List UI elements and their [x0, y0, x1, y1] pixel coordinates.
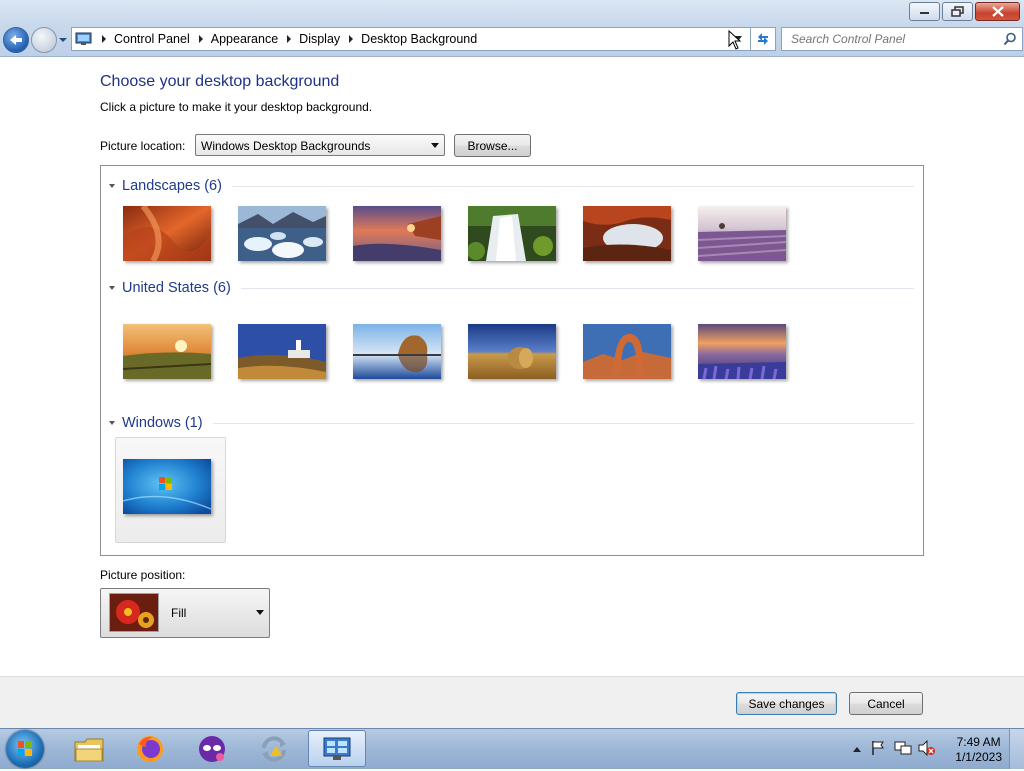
- thumbnail-us-rock-lake[interactable]: [353, 324, 441, 379]
- group-title: United States (6): [122, 280, 231, 296]
- refresh-button[interactable]: [750, 27, 776, 51]
- show-desktop-button[interactable]: [1009, 729, 1024, 769]
- action-center-flag-icon[interactable]: [870, 740, 886, 756]
- wallpaper-gallery[interactable]: Landscapes (6) United States (6) Windows…: [100, 165, 924, 556]
- sync-icon: [262, 735, 286, 762]
- breadcrumb-arrow-icon[interactable]: [287, 35, 292, 43]
- folder-icon: [74, 738, 104, 761]
- breadcrumb-control-panel[interactable]: Control Panel: [114, 32, 190, 46]
- show-hidden-icons-icon[interactable]: [852, 745, 862, 753]
- position-preview-image: [109, 593, 159, 632]
- taskbar-control-panel[interactable]: [308, 730, 366, 767]
- title-bar: [0, 0, 1024, 24]
- system-tray: 7:49 AM 1/1/2023: [834, 729, 1024, 769]
- breadcrumb-arrow-icon[interactable]: [349, 35, 354, 43]
- thumbnail-us-sunset-field[interactable]: [123, 324, 211, 379]
- clock-time: 7:49 AM: [956, 735, 1001, 749]
- back-button[interactable]: [3, 27, 29, 53]
- mouse-cursor-icon: [728, 30, 742, 50]
- chevron-down-icon: [431, 143, 439, 148]
- minimize-button[interactable]: [909, 2, 940, 21]
- picture-position-select[interactable]: Fill: [100, 588, 270, 638]
- breadcrumb-desktop-background[interactable]: Desktop Background: [361, 32, 477, 46]
- collapse-triangle-icon[interactable]: [109, 184, 115, 188]
- group-header-windows[interactable]: Windows (1): [109, 414, 914, 432]
- picture-location-label: Picture location:: [100, 139, 186, 153]
- group-header-landscapes[interactable]: Landscapes (6): [109, 177, 914, 195]
- picture-position-value: Fill: [171, 606, 187, 620]
- command-bar: Save changes Cancel: [0, 676, 1024, 729]
- breadcrumb-arrow-icon[interactable]: [102, 35, 106, 43]
- thumbnail-landscape-coast[interactable]: [353, 206, 441, 261]
- address-bar[interactable]: Control Panel Appearance Display Desktop…: [71, 27, 751, 51]
- navigation-bar: Control Panel Appearance Display Desktop…: [0, 24, 1024, 57]
- close-button[interactable]: [975, 2, 1020, 21]
- thumbnail-us-hay-bale[interactable]: [468, 324, 556, 379]
- control-panel-icon: [75, 32, 92, 45]
- picture-position-label: Picture position:: [100, 568, 186, 582]
- forward-button[interactable]: [31, 27, 57, 53]
- taskbar: 7:49 AM 1/1/2023: [0, 728, 1024, 769]
- refresh-icon: [758, 33, 768, 45]
- thumbnail-us-delicate-arch[interactable]: [583, 324, 671, 379]
- arrow-left-icon: [10, 35, 22, 45]
- windows-logo-icon: [18, 741, 32, 756]
- thumbnail-landscape-lavender[interactable]: [698, 206, 786, 261]
- breadcrumb-display[interactable]: Display: [299, 32, 340, 46]
- picture-location-select[interactable]: Windows Desktop Backgrounds: [195, 134, 445, 156]
- page-subtitle: Click a picture to make it your desktop …: [100, 100, 373, 114]
- search-input[interactable]: [789, 31, 998, 47]
- collapse-triangle-icon[interactable]: [109, 421, 115, 425]
- thumbnail-windows-default[interactable]: [123, 459, 211, 514]
- recent-pages-button[interactable]: [58, 34, 68, 44]
- mask-icon: [199, 735, 225, 762]
- group-header-united-states[interactable]: United States (6): [109, 279, 914, 297]
- chevron-down-icon: [256, 610, 264, 615]
- taskbar-firefox[interactable]: [121, 730, 179, 767]
- main-content: Choose your desktop background Click a p…: [0, 57, 1024, 676]
- thumbnail-landscape-canyon[interactable]: [123, 206, 211, 261]
- control-panel-icon: [323, 737, 351, 760]
- thumbnail-us-lupine-lake[interactable]: [698, 324, 786, 379]
- start-button[interactable]: [6, 730, 44, 768]
- browse-button[interactable]: Browse...: [454, 134, 531, 157]
- thumbnail-landscape-ice[interactable]: [238, 206, 326, 261]
- group-title: Windows (1): [122, 415, 203, 431]
- taskbar-privacy-app[interactable]: [183, 730, 241, 767]
- firefox-icon: [137, 735, 163, 762]
- chevron-down-icon: [59, 38, 67, 42]
- network-icon[interactable]: [894, 740, 912, 756]
- group-title: Landscapes (6): [122, 178, 222, 194]
- taskbar-sync-app[interactable]: [245, 730, 303, 767]
- search-box[interactable]: [781, 27, 1023, 51]
- clock[interactable]: 7:49 AM 1/1/2023: [955, 735, 1002, 765]
- search-icon[interactable]: [1003, 32, 1017, 46]
- volume-muted-icon[interactable]: [918, 740, 936, 756]
- cancel-button[interactable]: Cancel: [849, 692, 923, 715]
- page-title: Choose your desktop background: [100, 73, 340, 90]
- thumbnail-landscape-arch-cave[interactable]: [583, 206, 671, 261]
- thumbnail-us-lighthouse[interactable]: [238, 324, 326, 379]
- breadcrumb-appearance[interactable]: Appearance: [211, 32, 278, 46]
- taskbar-file-explorer[interactable]: [60, 730, 118, 767]
- picture-location-value: Windows Desktop Backgrounds: [201, 139, 371, 153]
- save-changes-button[interactable]: Save changes: [736, 692, 837, 715]
- clock-date: 1/1/2023: [955, 750, 1002, 764]
- maximize-button[interactable]: [942, 2, 973, 21]
- collapse-triangle-icon[interactable]: [109, 286, 115, 290]
- breadcrumb-arrow-icon[interactable]: [198, 35, 203, 43]
- thumbnail-landscape-waterfall[interactable]: [468, 206, 556, 261]
